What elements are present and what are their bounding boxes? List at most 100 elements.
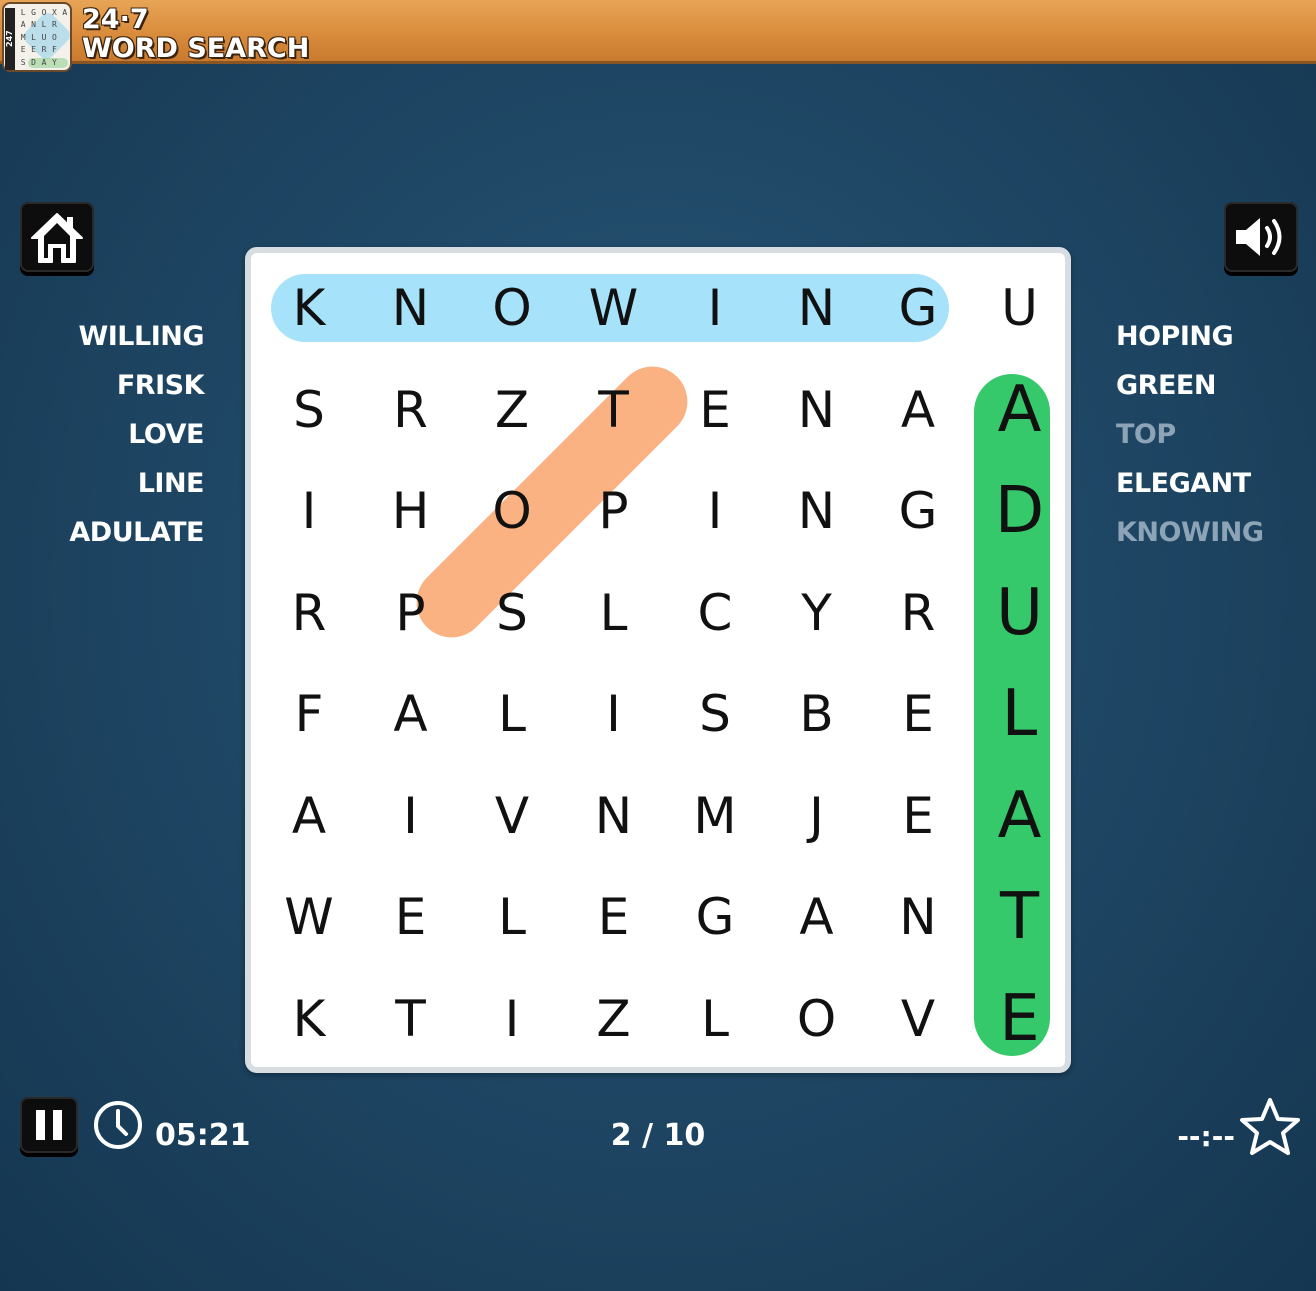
letter-cell[interactable]: G [868,258,968,358]
letter-cell[interactable]: A [767,867,867,967]
puzzle-board[interactable]: KNOWINGUSRZTENAAIHOPINGDRPSLCYRUFALISBEL… [245,247,1071,1073]
letter-cell[interactable]: J [767,766,867,866]
letter-cell[interactable]: A [361,664,461,764]
logo-letter: O [41,8,47,17]
letter-cell[interactable]: I [564,664,664,764]
letter-cell[interactable]: S [462,563,562,663]
logo-letter: L [31,32,36,42]
logo-letter: M [20,32,26,42]
letter-cell[interactable]: P [564,461,664,561]
letter-cell[interactable]: L [462,664,562,764]
letter-cell[interactable]: G [665,867,765,967]
letter-cell[interactable]: U [970,563,1070,663]
letter-cell[interactable]: I [665,258,765,358]
letter-cell[interactable]: N [564,766,664,866]
letter-cell[interactable]: V [462,766,562,866]
app-logo[interactable]: 247 LGOXAANLRMLUOEERFSDAY [2,2,74,72]
word-list-right: HOPING GREEN TOP ELEGANT KNOWING [1116,312,1306,557]
letter-cell[interactable]: O [462,258,562,358]
letter-cell[interactable]: E [970,969,1070,1069]
letter-cell[interactable]: A [868,360,968,460]
letter-cell[interactable]: R [361,360,461,460]
letter-cell[interactable]: K [259,969,359,1069]
logo-letter: X [51,8,57,17]
letter-cell[interactable]: S [665,664,765,764]
logo-letter: S [20,57,26,67]
word-list-item: LOVE [128,419,204,450]
star-icon[interactable] [1238,1096,1302,1158]
logo-letter: A [20,20,26,30]
logo-letter: L [41,20,47,30]
letter-cell[interactable]: A [259,766,359,866]
letter-cell[interactable]: E [868,766,968,866]
letter-cell[interactable]: N [767,258,867,358]
letter-cell[interactable]: H [361,461,461,561]
letter-cell[interactable]: I [462,969,562,1069]
brand-title[interactable]: 24·7 WORD SEARCH [82,6,309,62]
home-button[interactable] [20,202,94,272]
letter-cell[interactable]: C [665,563,765,663]
word-list-item: KNOWING [1116,517,1264,548]
pause-button[interactable] [20,1097,78,1153]
letter-cell[interactable]: B [767,664,867,764]
letter-cell[interactable]: R [259,563,359,663]
letter-cell[interactable]: S [259,360,359,460]
speaker-icon [1236,218,1282,256]
letter-cell[interactable]: T [564,360,664,460]
letter-cell[interactable]: O [767,969,867,1069]
letter-cell[interactable]: N [361,258,461,358]
clock-icon [94,1101,142,1149]
letter-cell[interactable]: Z [462,360,562,460]
word-list-left: WILLING FRISK LOVE LINE ADULATE [40,312,204,557]
word-list-item: FRISK [116,370,205,401]
logo-letter: E [20,45,26,55]
word-list-item: ELEGANT [1116,468,1251,499]
letter-cell[interactable]: D [970,461,1070,561]
letter-cell[interactable]: W [564,258,664,358]
letter-cell[interactable]: L [970,664,1070,764]
letter-cell[interactable]: E [665,360,765,460]
letter-cell[interactable]: T [970,867,1070,967]
letter-cell[interactable]: L [462,867,562,967]
letter-cell[interactable]: W [259,867,359,967]
letter-cell[interactable]: N [767,360,867,460]
letter-cell[interactable]: E [564,867,664,967]
letter-cell[interactable]: E [868,664,968,764]
letter-cell[interactable]: M [665,766,765,866]
logo-letter: D [31,57,36,67]
letter-cell[interactable]: A [970,360,1070,460]
logo-letter: L [20,8,26,17]
letter-cell[interactable]: K [259,258,359,358]
letter-cell[interactable]: I [259,461,359,561]
sound-toggle-button[interactable] [1224,202,1298,272]
letter-cell[interactable]: L [665,969,765,1069]
word-list-item: GREEN [1116,370,1216,401]
letter-cell[interactable]: N [868,867,968,967]
letter-grid[interactable]: KNOWINGUSRZTENAAIHOPINGDRPSLCYRUFALISBEL… [251,253,1065,1067]
letter-cell[interactable]: T [361,969,461,1069]
letter-cell[interactable]: F [259,664,359,764]
logo-letter [60,19,70,31]
pause-icon [36,1110,62,1140]
words-found-counter: 2 / 10 [610,1118,706,1153]
letter-cell[interactable]: Y [767,563,867,663]
letter-cell[interactable]: Z [564,969,664,1069]
logo-letter [60,44,70,56]
letter-cell[interactable]: L [564,563,664,663]
letter-cell[interactable]: N [767,461,867,561]
logo-side-label: 247 [5,8,15,70]
letter-cell[interactable]: O [462,461,562,561]
letter-cell[interactable]: R [868,563,968,663]
letter-cell[interactable]: I [665,461,765,561]
letter-cell[interactable]: G [868,461,968,561]
letter-cell[interactable]: E [361,867,461,967]
logo-letter [60,57,70,69]
word-list-item: LINE [137,468,205,499]
letter-cell[interactable]: A [970,766,1070,866]
letter-cell[interactable]: U [970,258,1070,358]
letter-cell[interactable]: P [361,563,461,663]
letter-cell[interactable]: I [361,766,461,866]
letter-cell[interactable]: V [868,969,968,1069]
logo-letter: R [41,45,47,55]
brand-line-2: WORD SEARCH [82,33,310,64]
